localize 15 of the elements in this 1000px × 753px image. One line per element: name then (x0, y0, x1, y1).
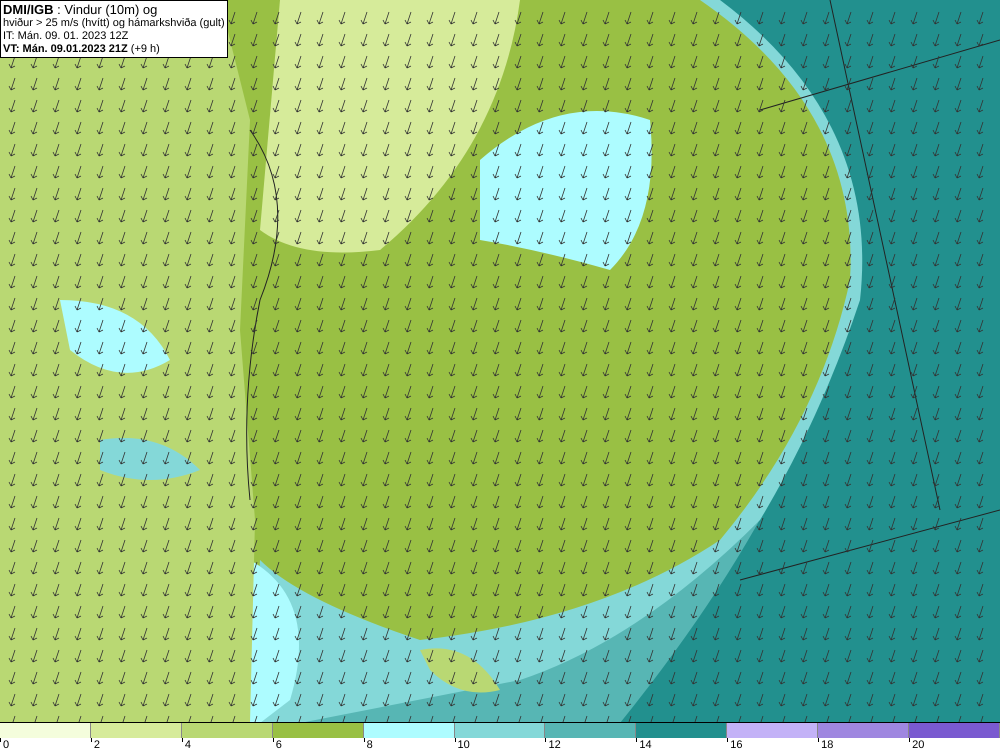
title-line: hviður > 25 m/s (hvítt) og hámarkshviða (gult) (3, 17, 225, 30)
legend-label: 18 (820, 738, 834, 752)
legend-label: 4 (184, 738, 191, 752)
legend-label: 20 (911, 738, 924, 752)
legend-label: 2 (92, 738, 100, 752)
legend-label: 14 (638, 738, 652, 752)
title-line: VT: Mán. 09.01.2023 21Z (+9 h) (3, 43, 161, 56)
legend-label: 6 (274, 738, 282, 752)
legend-label: 12 (547, 738, 561, 752)
legend-label: 16 (729, 738, 743, 752)
legend-label: 10 (456, 738, 470, 752)
title-line: DMI/IGB : Vindur (10m) og (3, 2, 158, 17)
legend-label: 8 (366, 738, 373, 752)
legend-label: 0 (2, 738, 10, 752)
title-line: IT: Mán. 09. 01. 2023 12Z (3, 30, 130, 43)
